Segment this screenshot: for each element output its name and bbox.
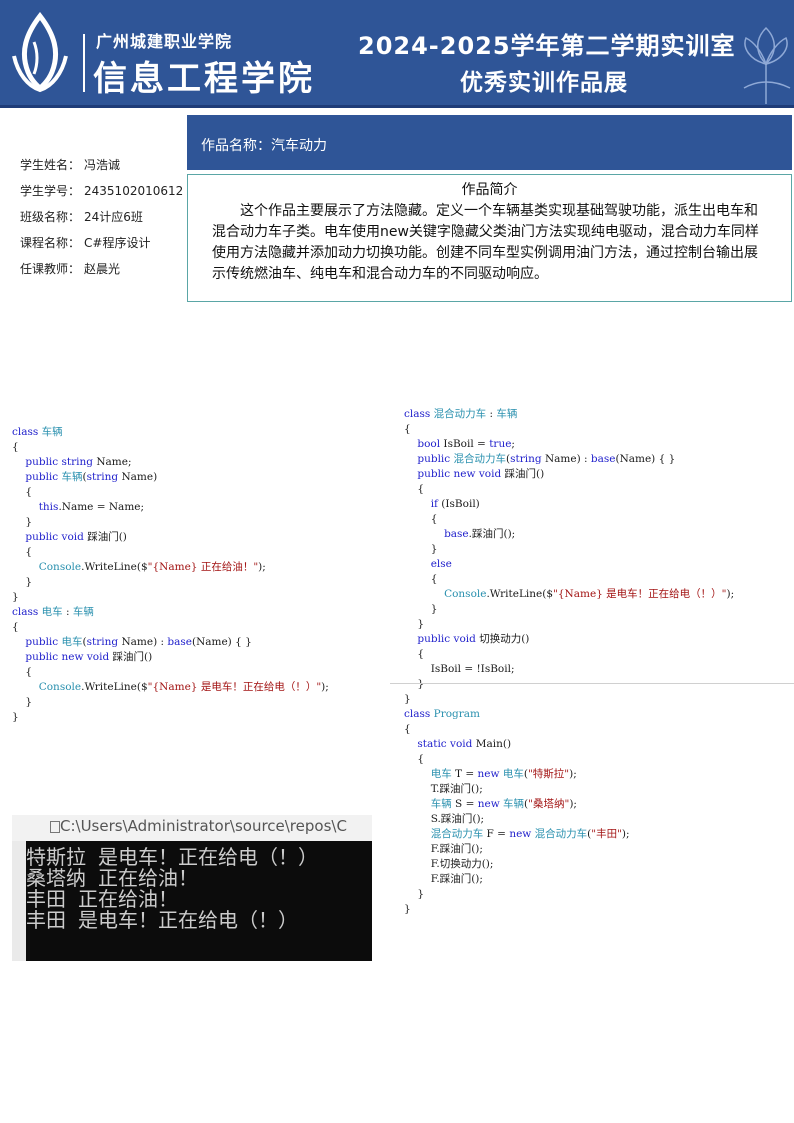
- console-window-title: C:\Users\Administrator\source\repos\C: [60, 817, 347, 835]
- code-line: public new void 踩油门(): [417, 468, 545, 480]
- code-line: this.Name = Name;: [38, 501, 145, 513]
- code-line: {: [404, 753, 425, 765]
- code-line: }: [12, 696, 33, 708]
- info-value: 24计应6班: [84, 210, 143, 224]
- lotus-decoration-icon: [743, 26, 791, 104]
- code-line: {: [12, 486, 33, 498]
- intro-heading: 作品简介: [461, 182, 518, 198]
- code-line: else: [430, 558, 452, 570]
- code-divider: [390, 683, 794, 684]
- code-line: F.切换动力();: [404, 858, 494, 870]
- console-side-strip: [12, 841, 26, 961]
- code-line: F.踩油门();: [404, 843, 483, 855]
- exhibition-title-line1: 2024-2025学年第二学期实训室: [358, 32, 736, 60]
- code-line: }: [404, 543, 438, 555]
- code-line: public void 踩油门(): [25, 531, 127, 543]
- school-name-big: 信息工程学院: [93, 59, 315, 99]
- info-row-name: 学生姓名： 冯浩诚: [20, 152, 183, 178]
- console-window-icon: [50, 821, 60, 833]
- code-line: static void Main(): [417, 738, 512, 750]
- console-title-bar: C:\Users\Administrator\source\repos\C: [12, 815, 372, 841]
- code-line: 混合动力车 F = new 混合动力车("丰田");: [430, 828, 630, 840]
- info-value: C#程序设计: [84, 236, 151, 250]
- info-value: 冯浩诚: [84, 158, 121, 172]
- code-line: }: [404, 888, 425, 900]
- code-line: public void 切换动力(): [417, 633, 530, 645]
- header-banner: 广州城建职业学院 信息工程学院 2024-2025学年第二学期实训室 优秀实训作…: [0, 0, 794, 108]
- code-line: {: [404, 648, 425, 660]
- intro-body: 这个作品主要展示了方法隐藏。定义一个车辆基类实现基础驾驶功能，派生出电车和混合动…: [212, 203, 759, 282]
- code-line: Console.WriteLine($"{Name} 是电车！正在给电（！）")…: [38, 681, 329, 693]
- info-row-course: 课程名称： C#程序设计: [20, 230, 183, 256]
- code-line: class 车辆: [12, 426, 63, 438]
- code-line: {: [404, 573, 438, 585]
- code-line: 车辆 S = new 车辆("桑塔纳");: [430, 798, 577, 810]
- code-line: F.踩油门();: [404, 873, 483, 885]
- banner-underline: [0, 105, 794, 108]
- code-line: }: [404, 693, 411, 705]
- code-line: {: [404, 723, 411, 735]
- student-info: 学生姓名： 冯浩诚 学生学号： 2435102010612 班级名称： 24计应6班 …: [20, 152, 183, 282]
- code-line: base.踩油门();: [444, 528, 516, 540]
- code-line: }: [404, 603, 438, 615]
- code-line: T.踩油门();: [404, 783, 483, 795]
- code-line: }: [404, 678, 425, 690]
- code-line: }: [12, 516, 33, 528]
- code-line: S.踩油门();: [404, 813, 485, 825]
- code-line: bool IsBoil = true;: [417, 438, 515, 450]
- info-row-id: 学生学号： 2435102010612: [20, 178, 183, 204]
- college-logo-icon: [12, 12, 68, 93]
- info-label: 学生学号：: [20, 184, 81, 198]
- code-line: class 混合动力车 : 车辆: [404, 408, 518, 420]
- exhibition-title-line2: 优秀实训作品展: [460, 70, 628, 96]
- code-line: {: [12, 621, 19, 633]
- code-line: {: [12, 441, 19, 453]
- code-line: public 电车(string Name) : base(Name) { }: [25, 636, 252, 648]
- code-line: {: [404, 483, 425, 495]
- info-value: 赵晨光: [84, 262, 121, 276]
- code-line: public 车辆(string Name): [25, 471, 158, 483]
- code-line: Console.WriteLine($"{Name} 是电车！正在给电（！）")…: [444, 588, 735, 600]
- info-value: 2435102010612: [84, 184, 184, 198]
- code-line: }: [12, 591, 19, 603]
- code-line: class 电车 : 车辆: [12, 606, 94, 618]
- code-line: public new void 踩油门(): [25, 651, 153, 663]
- code-line: {: [404, 423, 411, 435]
- code-line: {: [12, 666, 33, 678]
- code-line: Console.WriteLine($"{Name} 正在给油！");: [38, 561, 266, 573]
- code-line: public 混合动力车(string Name) : base(Name) {…: [417, 453, 676, 465]
- school-name-small: 广州城建职业学院: [96, 32, 233, 51]
- info-label: 任课教师：: [20, 262, 81, 276]
- code-snippet-left: class 车辆 { public string Name; public 车辆(…: [12, 425, 329, 725]
- console-line: 丰田 是电车！正在给电（！）: [26, 908, 299, 932]
- code-line: public string Name;: [25, 456, 132, 468]
- console-output: 特斯拉 是电车！正在给电（！） 桑塔纳 正在给油！ 丰田 正在给油！ 丰田 是电…: [26, 841, 372, 961]
- code-line: 电车 T = new 电车("特斯拉");: [430, 768, 577, 780]
- info-label: 学生姓名：: [20, 158, 81, 172]
- code-line: {: [404, 513, 438, 525]
- work-title: 作品名称：汽车动力: [201, 138, 327, 154]
- info-label: 课程名称：: [20, 236, 81, 250]
- info-row-class: 班级名称： 24计应6班: [20, 204, 183, 230]
- work-intro-box: 作品简介 这个作品主要展示了方法隐藏。定义一个车辆基类实现基础驾驶功能，派生出电…: [187, 174, 792, 302]
- logo-separator: [83, 34, 85, 92]
- code-line: {: [12, 546, 33, 558]
- code-snippet-right: class 混合动力车 : 车辆 { bool IsBoil = true; pu…: [404, 407, 734, 917]
- code-line: }: [12, 576, 33, 588]
- info-label: 班级名称：: [20, 210, 81, 224]
- code-line: if (IsBoil): [430, 498, 480, 510]
- code-line: }: [12, 711, 19, 723]
- code-line: }: [404, 903, 411, 915]
- code-line: class Program: [404, 708, 480, 720]
- code-line: IsBoil = !IsBoil;: [404, 663, 515, 675]
- info-row-teacher: 任课教师： 赵晨光: [20, 256, 183, 282]
- code-line: }: [404, 618, 425, 630]
- work-title-bar: 作品名称：汽车动力: [187, 115, 792, 170]
